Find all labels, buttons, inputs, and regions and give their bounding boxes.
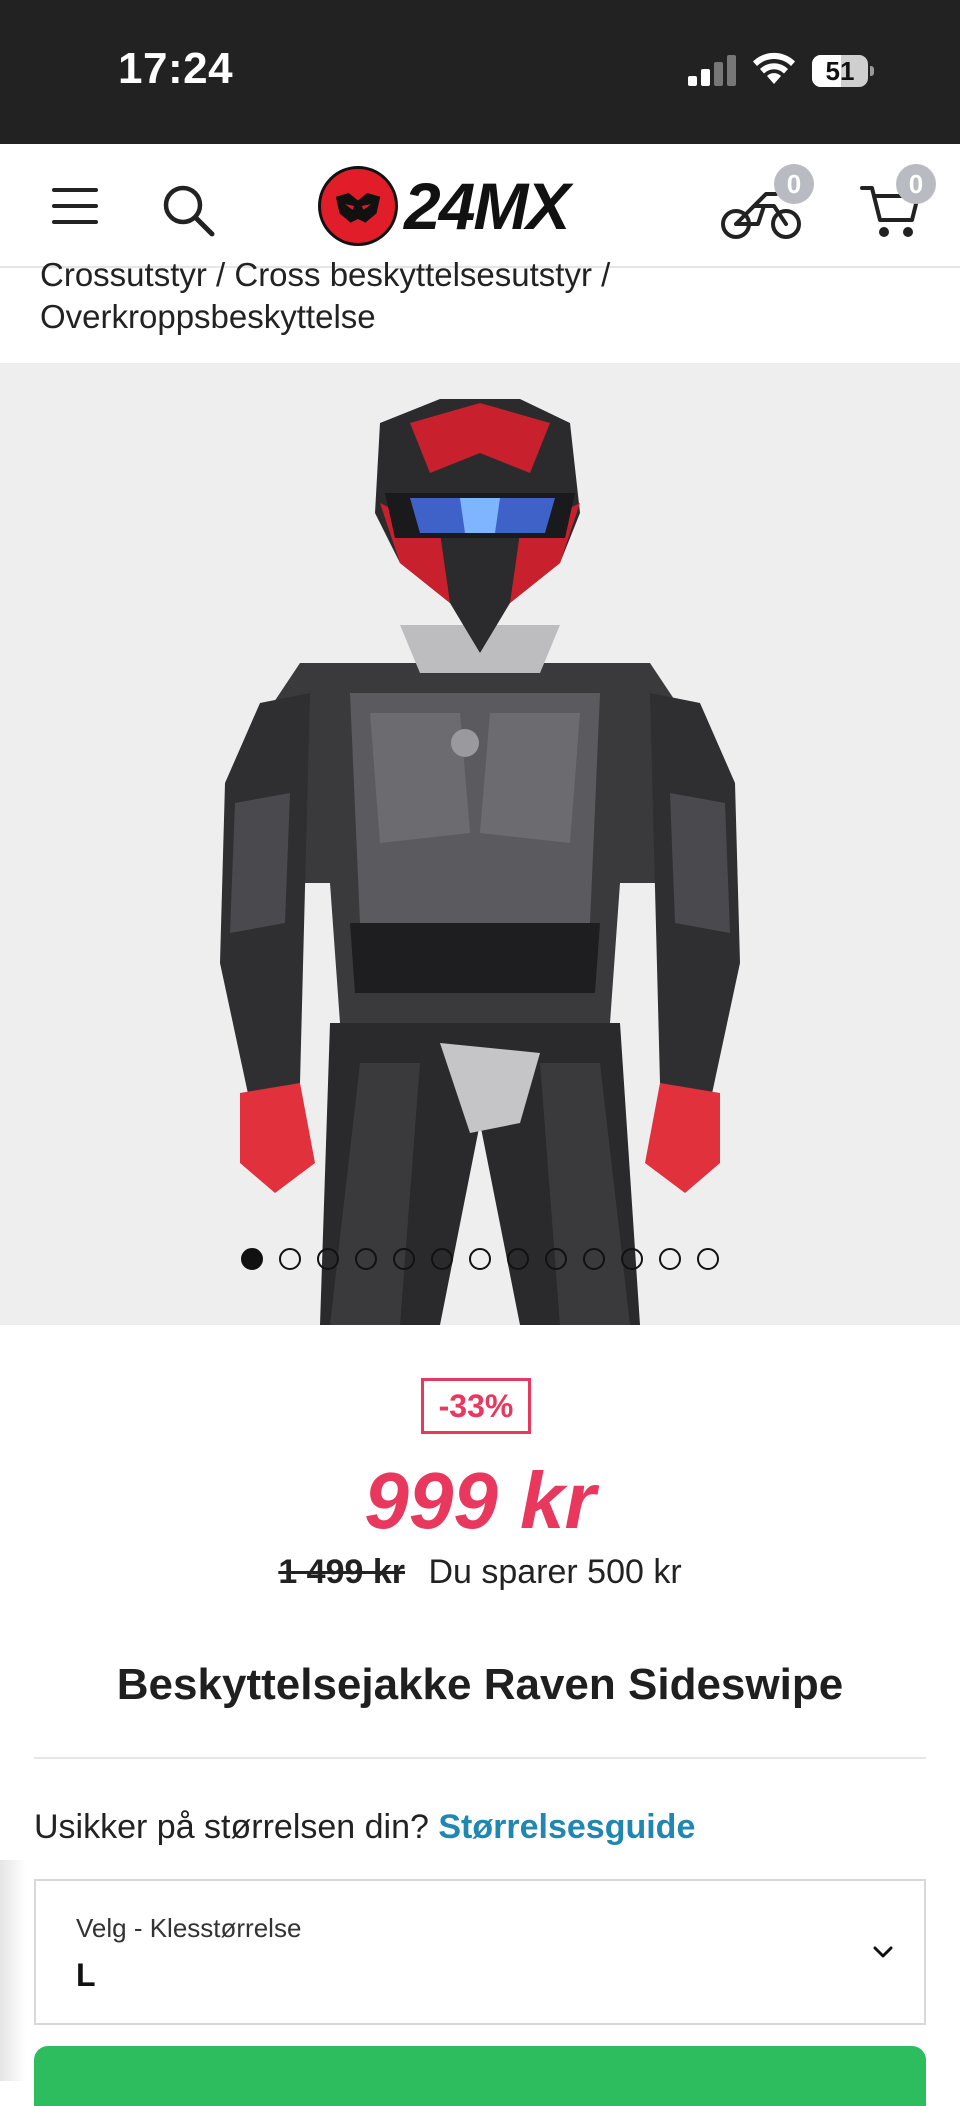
gallery-dot[interactable] — [507, 1248, 529, 1270]
battery-level: 51 — [825, 56, 855, 86]
sale-price: 999 kr — [364, 1456, 596, 1545]
logo-text: 24MX — [404, 169, 570, 243]
gallery-dot[interactable] — [317, 1248, 339, 1270]
discount-badge: -33% — [421, 1378, 531, 1434]
status-bar: 17:24 51 — [0, 0, 960, 144]
breadcrumb: Crossutstyr / Cross beskyttelsesutstyr /… — [40, 254, 920, 338]
menu-icon[interactable] — [52, 188, 98, 224]
cart-count-badge: 0 — [896, 164, 936, 204]
divider — [34, 1757, 926, 1759]
gallery-dot[interactable] — [279, 1248, 301, 1270]
product-title: Beskyttelsejakke Raven Sideswipe — [116, 1660, 844, 1709]
gallery-dot[interactable] — [621, 1248, 643, 1270]
gallery-dot[interactable] — [583, 1248, 605, 1270]
breadcrumb-current[interactable]: Overkroppsbeskyttelse — [40, 296, 920, 338]
size-question: Usikker på størrelsen din? — [34, 1808, 429, 1846]
size-guide-link[interactable]: Størrelsesguide — [438, 1808, 695, 1846]
price-details: 1 499 kr Du sparer 500 kr — [0, 1550, 960, 1594]
site-header: 24MX 0 0 — [0, 144, 960, 268]
size-help: Usikker på størrelsen din? Størrelsesgui… — [34, 1808, 695, 1847]
gallery-dot[interactable] — [659, 1248, 681, 1270]
wifi-icon — [753, 52, 795, 84]
size-select-label: Velg - Klesstørrelse — [76, 1913, 302, 1943]
gallery-pagination — [0, 1248, 960, 1278]
gallery-dot[interactable] — [431, 1248, 453, 1270]
add-to-cart-button[interactable] — [34, 2046, 926, 2106]
size-select[interactable]: Velg - Klesstørrelse L — [34, 1879, 926, 2025]
breadcrumb-path[interactable]: Crossutstyr / Cross beskyttelsesutstyr / — [40, 254, 920, 296]
logo-mark — [318, 166, 398, 246]
gallery-dot[interactable] — [393, 1248, 415, 1270]
gallery-dot[interactable] — [697, 1248, 719, 1270]
product-image[interactable] — [0, 363, 960, 1325]
status-time: 17:24 — [118, 44, 234, 93]
gallery-dot[interactable] — [241, 1248, 263, 1270]
edge-shadow — [0, 1860, 26, 2081]
gallery-dot[interactable] — [469, 1248, 491, 1270]
chevron-down-icon — [873, 1946, 893, 1958]
original-price: 1 499 kr — [278, 1553, 405, 1591]
size-select-value: L — [76, 1957, 96, 1993]
gallery-dot[interactable] — [355, 1248, 377, 1270]
savings-text: Du sparer 500 kr — [428, 1553, 682, 1591]
signal-icon — [688, 52, 738, 86]
gallery-dot[interactable] — [545, 1248, 567, 1270]
site-logo[interactable]: 24MX — [318, 164, 638, 248]
product-photo-illustration — [220, 399, 740, 1325]
battery-icon: 51 — [812, 55, 874, 87]
search-icon[interactable] — [160, 182, 216, 238]
bike-count-badge: 0 — [774, 164, 814, 204]
